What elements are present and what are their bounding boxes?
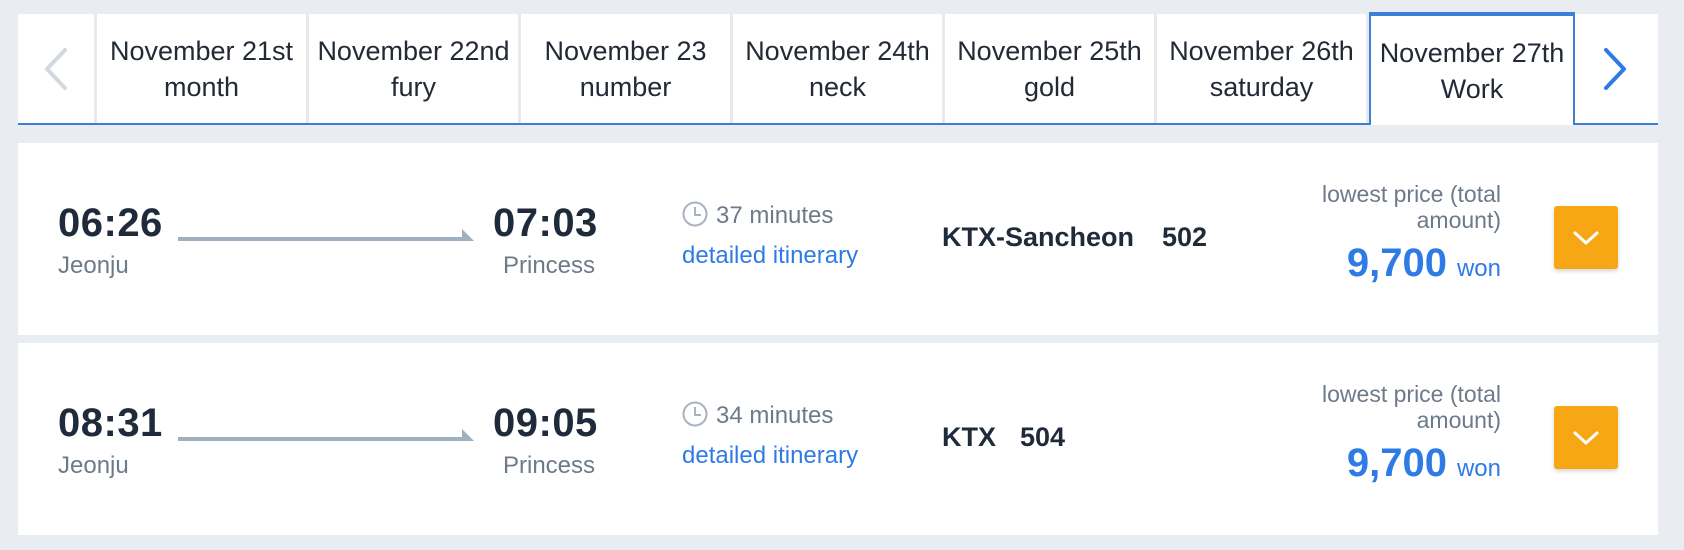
chevron-down-icon [1573,231,1599,244]
price-value: 9,700 [1346,441,1447,485]
date-tab-day: month [163,71,240,102]
date-tab-day: fury [390,71,436,102]
date-tab-day: Work [1440,73,1504,104]
date-tab-date: November 26th [1169,35,1354,66]
chevron-down-icon [1573,431,1599,444]
price-label: lowest price (total amount) [1322,181,1501,233]
expand-details-button[interactable] [1554,206,1618,269]
departure-station: Jeonju [58,252,129,279]
detailed-itinerary-link[interactable]: detailed itinerary [682,442,858,470]
price-row: 9,700 won [1347,241,1501,286]
date-tab-date: November 24th [745,35,930,66]
expand-details-button[interactable] [1554,406,1618,469]
route-arrow-icon [178,429,474,441]
date-tab-nov-21[interactable]: November 21st month [97,14,309,123]
price-row: 9,700 won [1347,441,1501,486]
arrival-station: Princess [503,252,596,279]
departure-station: Jeonju [58,452,129,479]
clock-icon [682,201,708,227]
date-tab-nov-24[interactable]: November 24th neck [733,14,945,123]
price-label: lowest price (total amount) [1322,381,1501,433]
date-tab-nov-22[interactable]: November 22nd fury [309,14,521,123]
price-value: 9,700 [1346,241,1447,285]
price-unit: won [1456,455,1501,482]
clock-icon [682,401,708,427]
departure-time: 06:26 [58,201,163,245]
date-tab-day: gold [1023,71,1076,102]
train-name: KTX [942,422,996,452]
date-tab-date: November 23 [544,35,707,66]
train-result-card: 08:31 Jeonju 09:05 Princess 34 minutes d… [18,343,1658,535]
date-tab-day: saturday [1209,71,1314,102]
date-tab-nov-27-selected[interactable]: November 27th Work [1369,12,1575,125]
trip-duration: 34 minutes [716,402,834,429]
arrival-time: 07:03 [493,201,598,245]
arrival-time: 09:05 [493,401,598,445]
date-tab-nov-26[interactable]: November 26th saturday [1157,14,1369,123]
date-tab-nov-23[interactable]: November 23 number [521,14,733,123]
date-tab-date: November 27th [1379,37,1565,68]
next-dates-button[interactable] [1575,14,1655,123]
train-result-card: 06:26 Jeonju 07:03 Princess 37 minutes d… [18,143,1658,335]
trip-duration: 37 minutes [716,202,834,229]
train-name: KTX-Sancheon [942,222,1135,252]
date-selector-bar: November 21st month November 22nd fury N… [18,12,1658,125]
detailed-itinerary-link[interactable]: detailed itinerary [682,242,858,270]
date-tab-date: November 22nd [317,35,510,66]
prev-dates-button[interactable] [18,14,97,123]
date-tab-date: November 21st [109,35,294,66]
route-arrow-icon [178,229,474,241]
chevron-right-icon [1604,47,1626,90]
arrival-station: Princess [503,452,596,479]
date-tab-nov-25[interactable]: November 25th gold [945,14,1157,123]
train-number: 502 [1162,222,1208,252]
chevron-left-icon [45,47,67,90]
train-number: 504 [1020,422,1066,452]
date-tab-day: neck [808,71,867,102]
departure-time: 08:31 [58,401,163,445]
price-unit: won [1456,255,1501,282]
date-tab-date: November 25th [957,35,1142,66]
date-tab-day: number [579,71,672,102]
